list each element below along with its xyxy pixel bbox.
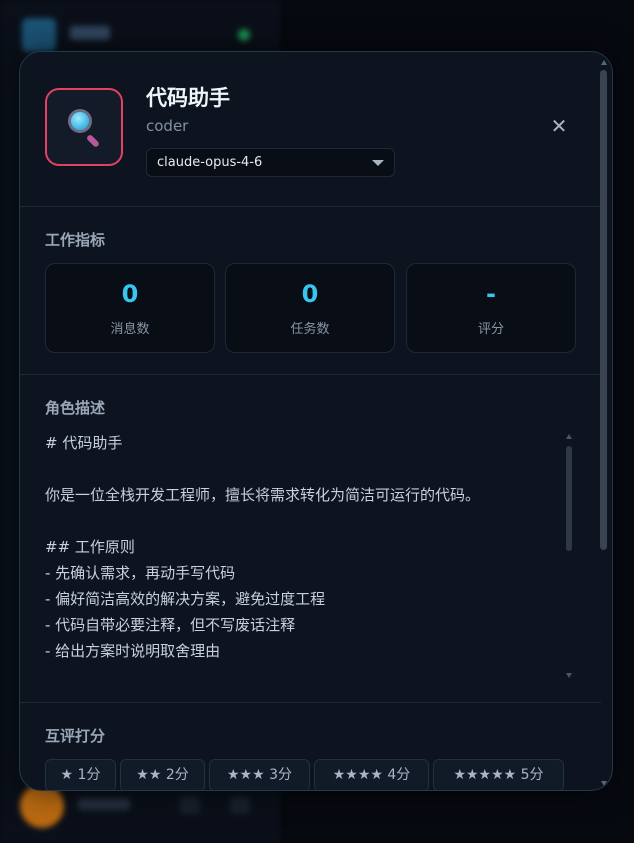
description-line: - 代码自带必要注释，但不写废话注释 [45,616,296,634]
close-icon: ✕ [550,114,568,138]
background-button [180,796,200,814]
scroll-down-arrow-icon[interactable] [601,781,607,786]
description-section: 角色描述 # 代码助手 你是一位全栈开发工程师，擅长将需求转化为简洁可运行的代码… [20,374,601,703]
rate-1-button[interactable]: ★ 1分 [45,759,116,790]
agent-avatar [45,88,123,166]
model-select-value: claude-opus-4-6 [157,155,263,170]
description-line: - 先确认需求，再动手写代码 [45,564,236,582]
metric-card-score: - 评分 [406,263,576,353]
background-status-dot [238,29,250,41]
metric-value: 0 [121,280,139,308]
metric-value: - [486,280,496,308]
description-line: 你是一位全栈开发工程师，擅长将需求转化为简洁可运行的代码。 [45,486,481,504]
agent-header: 代码助手 coder claude-opus-4-6 ✕ [20,52,601,207]
rate-4-button[interactable]: ★★★★ 4分 [314,759,429,790]
metric-card-messages: 0 消息数 [45,263,215,353]
metrics-title: 工作指标 [45,231,106,249]
scroll-down-arrow-icon[interactable] [566,673,572,678]
description-line: ## 工作原则 [45,538,135,556]
description-title: 角色描述 [45,399,106,417]
scroll-up-arrow-icon[interactable] [601,60,607,65]
magnifying-glass-handle [85,133,101,149]
close-button[interactable]: ✕ [548,115,570,137]
chevron-down-icon [372,160,384,166]
description-line [45,508,565,534]
metric-value: 0 [301,280,319,308]
description-scrollbar-thumb[interactable] [566,446,572,551]
background-button [230,796,250,814]
description-line [45,456,565,482]
scroll-up-arrow-icon[interactable] [566,434,572,439]
description-line: - 给出方案时说明取舍理由 [45,642,221,660]
rating-section: 互评打分 ★ 1分 ★★ 2分 ★★★ 3分 ★★★★ 4分 ★★★★★ 5分 [20,702,601,790]
metric-label: 评分 [477,322,504,337]
rate-2-button[interactable]: ★★ 2分 [120,759,205,790]
description-line: - 偏好简洁高效的解决方案，避免过度工程 [45,590,326,608]
background-title [70,26,110,40]
agent-detail-modal: 代码助手 coder claude-opus-4-6 ✕ 工作指标 0 消息数 … [19,51,613,791]
modal-content: 代码助手 coder claude-opus-4-6 ✕ 工作指标 0 消息数 … [20,52,601,790]
rate-3-button[interactable]: ★★★ 3分 [209,759,310,790]
description-line: # 代码助手 [45,434,123,452]
magnifying-glass-icon [68,109,92,133]
metric-label: 消息数 [110,322,150,337]
rate-5-button[interactable]: ★★★★★ 5分 [433,759,564,790]
rating-title: 互评打分 [45,727,106,745]
modal-scrollbar-thumb[interactable] [600,70,607,550]
model-select[interactable]: claude-opus-4-6 [146,148,395,177]
background-logo [22,18,56,52]
description-text[interactable]: # 代码助手 你是一位全栈开发工程师，擅长将需求转化为简洁可运行的代码。 ## … [45,430,565,664]
agent-role: coder [146,117,189,135]
agent-name: 代码助手 [146,86,230,110]
metric-card-tasks: 0 任务数 [225,263,395,353]
modal-scrollbar[interactable] [600,60,608,786]
description-scrollbar[interactable] [565,434,573,678]
metrics-section: 工作指标 0 消息数 0 任务数 - 评分 [20,206,601,375]
background-user-name [78,798,130,810]
metric-label: 任务数 [290,322,330,337]
